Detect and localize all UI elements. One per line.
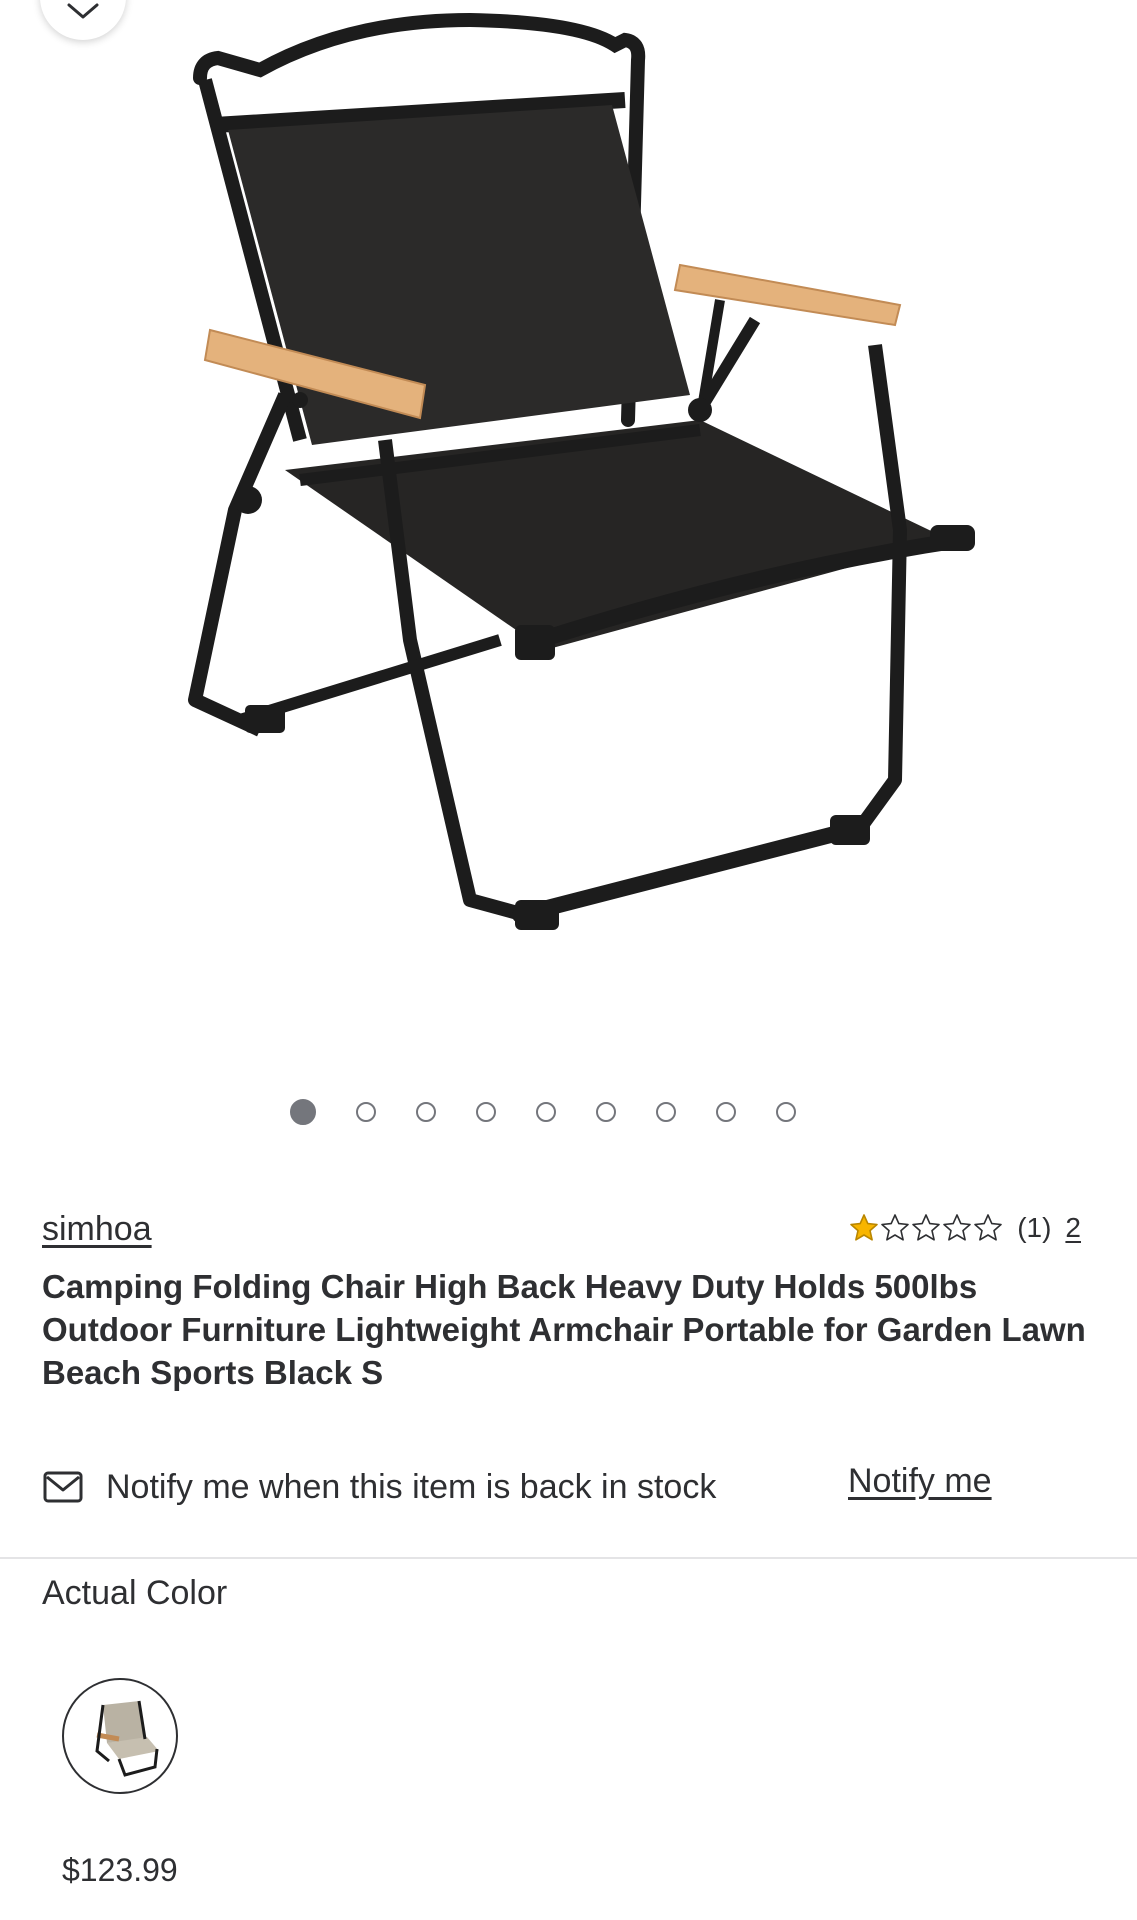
carousel-dot[interactable] <box>656 1102 676 1122</box>
carousel-dots <box>290 1097 796 1127</box>
notify-text: Notify me when this item is back in stoc… <box>106 1467 717 1506</box>
carousel-dot[interactable] <box>356 1102 376 1122</box>
carousel-dot[interactable] <box>290 1099 316 1125</box>
price: $123.99 <box>62 1852 178 1888</box>
rating-stars <box>849 1213 1003 1243</box>
color-swatch[interactable] <box>62 1678 178 1794</box>
notify-me-link[interactable]: Notify me <box>848 1462 992 1501</box>
star-icon <box>881 1214 909 1241</box>
brand-link[interactable]: simhoa <box>42 1210 152 1249</box>
star-icon <box>943 1214 971 1241</box>
rating[interactable]: (1) 2 <box>849 1212 1081 1244</box>
color-label: Actual Color <box>42 1574 228 1612</box>
star-icon <box>974 1214 1002 1241</box>
mail-icon <box>43 1471 83 1503</box>
reviews-link[interactable]: 2 <box>1065 1212 1081 1244</box>
product-image[interactable] <box>0 0 1137 1060</box>
carousel-dot[interactable] <box>416 1102 436 1122</box>
star-icon <box>850 1214 878 1241</box>
carousel-dot[interactable] <box>776 1102 796 1122</box>
divider <box>0 1557 1137 1559</box>
rating-count: (1) <box>1017 1212 1052 1243</box>
carousel-dot[interactable] <box>716 1102 736 1122</box>
carousel-dot[interactable] <box>476 1102 496 1122</box>
carousel-dot[interactable] <box>596 1102 616 1122</box>
star-icon <box>912 1214 940 1241</box>
carousel-dot[interactable] <box>536 1102 556 1122</box>
product-title: Camping Folding Chair High Back Heavy Du… <box>42 1268 1086 1391</box>
